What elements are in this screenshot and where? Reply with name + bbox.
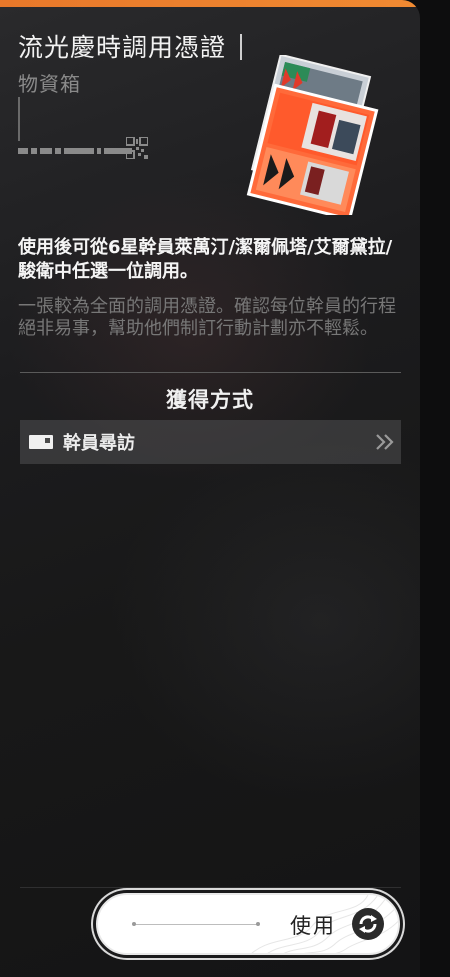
item-flavor-text: 一張較為全面的調用憑證。確認每位幹員的行程絕非易事，幫助他們制訂行動計劃亦不輕鬆… — [18, 296, 396, 339]
item-detail-panel: 流光慶時調用憑證 物資箱 使用後可從6星幹員萊萬汀/潔爾佩塔/艾爾黛拉/駿衛中任… — [0, 0, 420, 977]
cycle-icon — [352, 908, 384, 940]
barcode-decoration — [18, 148, 132, 154]
card-icon — [29, 435, 53, 449]
section-divider — [20, 372, 401, 373]
use-button-label: 使用 — [290, 914, 336, 938]
use-button-line-decoration — [132, 922, 260, 926]
item-category: 物資箱 — [18, 72, 81, 96]
acquisition-source-label: 幹員尋訪 — [63, 433, 135, 454]
acquisition-source-operator-recruitment[interactable]: 幹員尋訪 — [20, 420, 401, 464]
double-chevron-right-icon — [376, 434, 394, 450]
item-description: 使用後可從6星幹員萊萬汀/潔爾佩塔/艾爾黛拉/駿衛中任選一位調用。 — [18, 237, 393, 282]
item-card-illustration — [246, 55, 379, 215]
accent-top-bar — [0, 0, 420, 7]
acquisition-section-title: 獲得方式 — [166, 388, 254, 412]
footer-divider — [20, 887, 401, 888]
item-title: 流光慶時調用憑證 — [18, 28, 243, 64]
use-button[interactable]: 使用 — [96, 893, 400, 955]
item-title-text: 流光慶時調用憑證 — [18, 33, 227, 62]
qr-code-icon — [126, 137, 148, 159]
decorative-vertical-line — [18, 97, 20, 141]
